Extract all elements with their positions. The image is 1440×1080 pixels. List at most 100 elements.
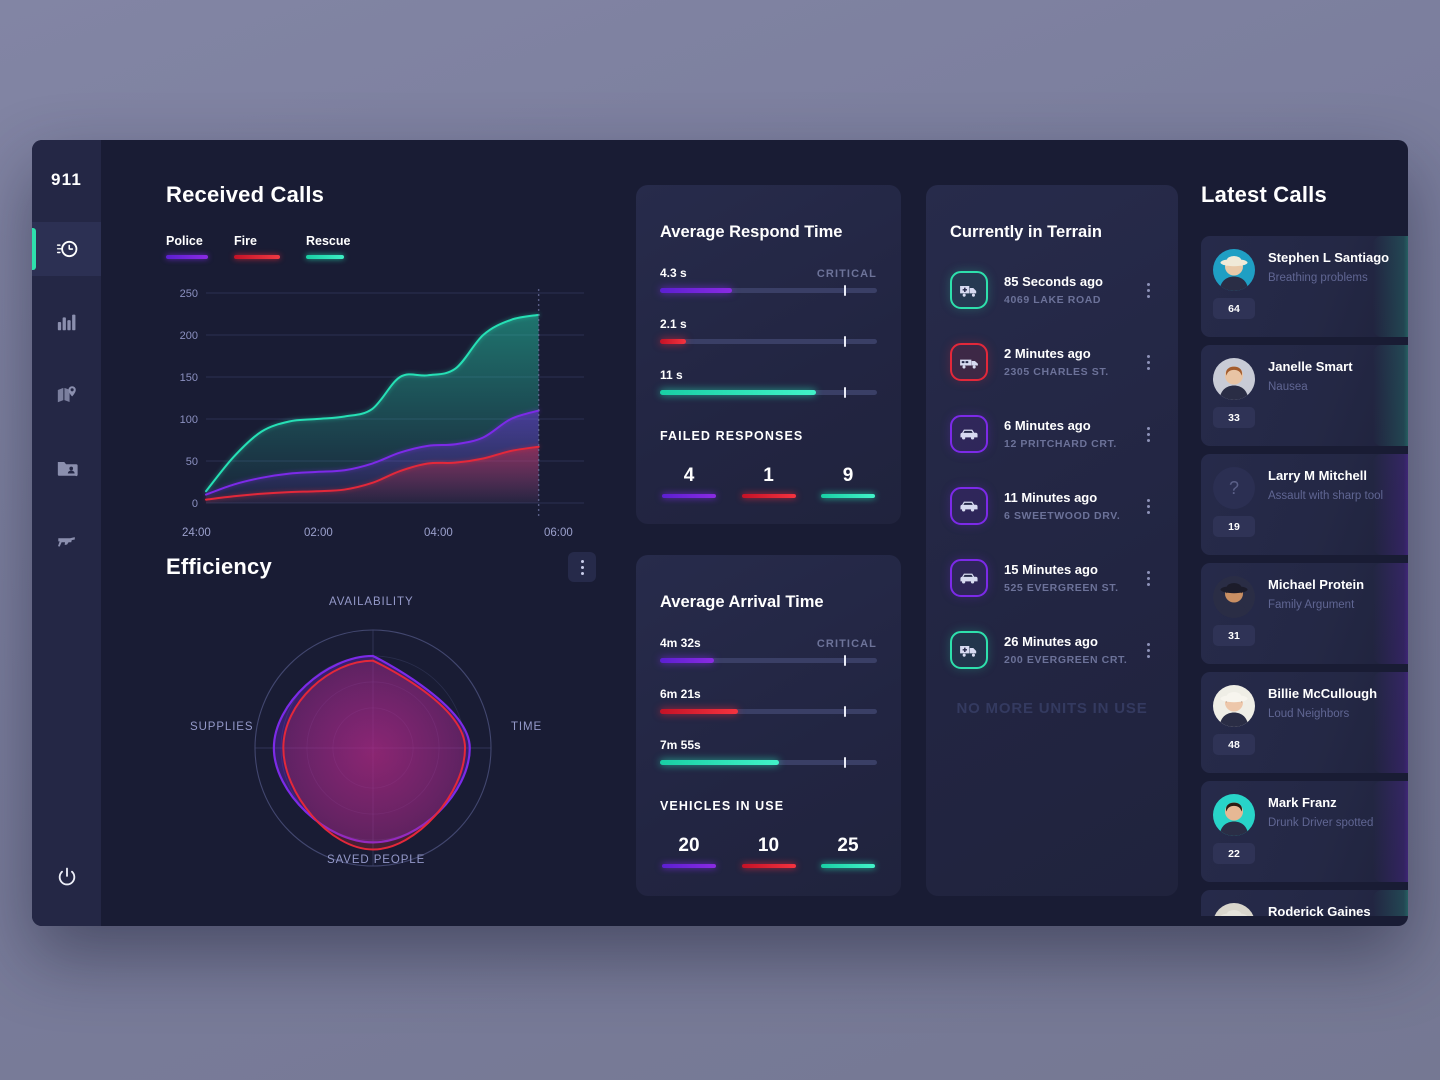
respond-critical-tick-rescue (844, 387, 847, 398)
respond-critical-tick-police (844, 285, 847, 296)
avatar (1213, 794, 1255, 836)
power-button[interactable] (32, 866, 101, 888)
arrival-track-rescue[interactable] (660, 757, 877, 768)
latest-call-age-badge: 33 (1213, 407, 1255, 428)
arrival-metric-rescue: 7m 55s (660, 738, 877, 768)
respond-metric-rescue-value: 11 s (660, 368, 683, 382)
latest-call-card[interactable]: Roderick Gaines (1201, 890, 1408, 916)
avatar-photo (1213, 794, 1255, 836)
legend-item-police[interactable]: Police (166, 234, 208, 259)
terrain-unit-list: 85 Seconds ago 4069 LAKE ROAD 2 Minutes … (950, 268, 1154, 672)
terrain-unit-menu-button[interactable] (1143, 639, 1154, 662)
avatar-photo (1213, 685, 1255, 727)
failed-stat-fire: 1 (740, 465, 798, 498)
sidebar-item-map[interactable] (32, 368, 101, 422)
avatar-photo (1213, 249, 1255, 291)
terrain-unit-menu-button[interactable] (1143, 279, 1154, 302)
sidebar-item-activity[interactable] (32, 222, 101, 276)
vehicles-in-use-stats: 20 10 25 (660, 835, 877, 868)
respond-track-fire[interactable] (660, 336, 877, 347)
latest-call-reason: Loud Neighbors (1268, 708, 1350, 720)
latest-calls-title: Latest Calls (1201, 182, 1327, 207)
latest-call-body: Michael Protein Family Argument (1201, 563, 1408, 618)
police-car-icon-tile (950, 415, 988, 453)
radar-axis-availability: AVAILABILITY (329, 596, 414, 608)
arrival-track-fire[interactable] (660, 706, 877, 717)
failed-stat-police-number: 4 (683, 465, 695, 486)
average-respond-time-card: Average Respond Time 4.3 s CRITICAL 2.1 … (636, 185, 901, 524)
failed-stat-rescue-number: 9 (842, 465, 854, 486)
sidebar-item-statistics[interactable] (32, 295, 101, 349)
respond-metric-police-top: 4.3 s CRITICAL (660, 266, 877, 280)
latest-call-meta: Michael Protein Family Argument (1268, 576, 1364, 618)
respond-metric-rescue: 11 s (660, 368, 877, 398)
latest-call-card[interactable]: Michael Protein Family Argument 31 (1201, 563, 1408, 664)
dot (1147, 504, 1150, 508)
failed-stat-rescue: 9 (819, 465, 877, 498)
page-root: 911 Received Calls Police Fire Rescue 0 … (0, 0, 1440, 1080)
dot (1147, 498, 1150, 502)
latest-call-card[interactable]: Mark Franz Drunk Driver spotted 22 (1201, 781, 1408, 882)
terrain-unit-text: 15 Minutes ago 525 EVERGREEN ST. (1004, 562, 1143, 594)
sidebar-item-weapons[interactable] (32, 514, 101, 568)
respond-fill-police (660, 288, 732, 293)
terrain-unit-row[interactable]: 26 Minutes ago 200 EVERGREEN CRT. (950, 628, 1154, 672)
chart-legend: Police Fire Rescue (166, 234, 596, 259)
vehicles-stat-rescue: 25 (819, 835, 877, 868)
latest-call-card[interactable]: ? Larry M Mitchell Assault with sharp to… (1201, 454, 1408, 555)
latest-call-card[interactable]: Janelle Smart Nausea 33 (1201, 345, 1408, 446)
police-car-icon-tile (950, 487, 988, 525)
area-chart-svg: 0 50 100 150 200 250 (180, 288, 584, 519)
police-car-icon (960, 573, 978, 584)
dot (580, 565, 584, 569)
latest-call-card[interactable]: Stephen L Santiago Breathing problems 64 (1201, 236, 1408, 337)
terrain-unit-address: 12 PRITCHARD CRT. (1004, 438, 1117, 450)
avatar (1213, 249, 1255, 291)
latest-call-meta: Larry M Mitchell Assault with sharp tool (1268, 467, 1383, 509)
respond-fill-fire (660, 339, 687, 344)
sidebar-item-records[interactable] (32, 441, 101, 495)
vehicles-stat-rescue-number: 25 (837, 835, 859, 856)
police-car-icon-tile (950, 559, 988, 597)
terrain-empty-label: NO MORE UNITS IN USE (956, 700, 1148, 717)
terrain-unit-row[interactable]: 2 Minutes ago 2305 CHARLES ST. (950, 340, 1154, 384)
latest-call-name: Janelle Smart (1268, 359, 1353, 374)
terrain-unit-row[interactable]: 85 Seconds ago 4069 LAKE ROAD (950, 268, 1154, 312)
terrain-unit-menu-button[interactable] (1143, 567, 1154, 590)
latest-call-reason: Drunk Driver spotted (1268, 817, 1374, 829)
terrain-unit-row[interactable]: 15 Minutes ago 525 EVERGREEN ST. (950, 556, 1154, 600)
respond-card-inner: Average Respond Time 4.3 s CRITICAL 2.1 … (636, 185, 901, 498)
firetruck-icon-tile (950, 343, 988, 381)
terrain-unit-menu-button[interactable] (1143, 423, 1154, 446)
avatar-photo (1213, 576, 1255, 618)
arrival-track-police[interactable] (660, 655, 877, 666)
latest-call-age-badge: 48 (1213, 734, 1255, 755)
terrain-unit-time: 15 Minutes ago (1004, 562, 1098, 577)
radar-axis-time: TIME (511, 721, 543, 733)
dot (1147, 282, 1150, 286)
latest-call-body: Janelle Smart Nausea (1201, 345, 1408, 400)
app-logo: 911 (50, 170, 83, 189)
terrain-unit-row[interactable]: 6 Minutes ago 12 PRITCHARD CRT. (950, 412, 1154, 456)
respond-card-title: Average Respond Time (660, 223, 843, 241)
avatar (1213, 358, 1255, 400)
respond-track-police[interactable] (660, 285, 877, 296)
terrain-unit-time: 6 Minutes ago (1004, 418, 1091, 433)
received-calls-title: Received Calls (166, 182, 325, 207)
currently-in-terrain-card: Currently in Terrain 85 Seconds ago 4069… (926, 185, 1178, 896)
terrain-unit-row[interactable]: 11 Minutes ago 6 SWEETWOOD DRV. (950, 484, 1154, 528)
arrival-metric-rescue-top: 7m 55s (660, 738, 877, 752)
efficiency-menu-button[interactable] (568, 552, 596, 582)
terrain-unit-address: 2305 CHARLES ST. (1004, 366, 1109, 378)
legend-item-fire[interactable]: Fire (234, 234, 280, 259)
terrain-unit-menu-button[interactable] (1143, 351, 1154, 374)
terrain-unit-address: 6 SWEETWOOD DRV. (1004, 510, 1121, 522)
latest-calls-scroll-area[interactable]: Stephen L Santiago Breathing problems 64… (1201, 236, 1408, 916)
arrival-metric-police-value: 4m 32s (660, 636, 701, 650)
power-icon (58, 867, 75, 886)
dot (1147, 582, 1150, 586)
terrain-unit-menu-button[interactable] (1143, 495, 1154, 518)
legend-item-rescue[interactable]: Rescue (306, 234, 350, 259)
latest-call-card[interactable]: Billie McCullough Loud Neighbors 48 (1201, 672, 1408, 773)
respond-track-rescue[interactable] (660, 387, 877, 398)
